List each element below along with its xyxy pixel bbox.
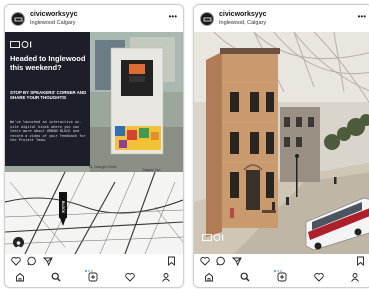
civicworks-logo: [202, 234, 224, 241]
post-location[interactable]: Inglewood, Calgary: [219, 20, 266, 26]
search-icon[interactable]: [51, 272, 61, 282]
post-card-kiosk: civicworksyyc Inglewood Calgary ••• Head…: [4, 4, 184, 288]
post-header: civicworksyyc Inglewood, Calgary •••: [194, 5, 369, 32]
activity-icon[interactable]: [125, 272, 135, 282]
bookmark-icon[interactable]: [356, 256, 365, 266]
post-image: [194, 32, 369, 254]
post-card-model: civicworksyyc Inglewood, Calgary •••: [193, 4, 369, 288]
civicworks-logo: [10, 41, 32, 48]
post-location[interactable]: Inglewood Calgary: [30, 20, 76, 26]
post-action-row: [194, 254, 369, 272]
map-label-street: St. George's Drive: [89, 165, 117, 169]
comment-icon[interactable]: [27, 256, 37, 266]
comment-icon[interactable]: [216, 256, 226, 266]
share-icon[interactable]: [232, 256, 242, 266]
architecture-model-photo: [194, 32, 369, 254]
username[interactable]: civicworksyyc: [219, 11, 266, 18]
username[interactable]: civicworksyyc: [30, 11, 77, 18]
promo-body: We've launched an interactive on-site di…: [10, 120, 86, 143]
more-options-icon[interactable]: •••: [358, 12, 366, 21]
new-post-icon[interactable]: [88, 272, 98, 282]
bottom-tab-bar: [194, 271, 369, 285]
home-icon[interactable]: [204, 272, 214, 282]
activity-icon[interactable]: [314, 272, 324, 282]
more-options-icon[interactable]: •••: [169, 12, 177, 21]
bottom-tab-bar: [5, 271, 183, 285]
map-label-zoo: Calgary Zoo: [142, 168, 161, 172]
search-icon[interactable]: [240, 272, 250, 282]
profile-avatar[interactable]: [11, 12, 25, 26]
post-action-row: [5, 254, 183, 272]
post-header: civicworksyyc Inglewood Calgary •••: [5, 5, 183, 32]
post-image: Headed to Inglewood this weekend? STOP B…: [5, 32, 183, 254]
heart-icon[interactable]: [200, 256, 210, 266]
map-pin-label: BLOCK: [61, 200, 65, 214]
profile-avatar[interactable]: [200, 12, 214, 26]
new-post-icon[interactable]: [277, 272, 287, 282]
profile-icon[interactable]: [161, 272, 171, 282]
home-icon[interactable]: [15, 272, 25, 282]
user-tag-icon[interactable]: [13, 237, 24, 248]
promo-title: Headed to Inglewood this weekend?: [10, 54, 86, 72]
promo-panel: Headed to Inglewood this weekend? STOP B…: [5, 32, 90, 166]
profile-icon[interactable]: [350, 272, 360, 282]
promo-subtitle: STOP BY SPEAKERS' CORNER AND SHARE YOUR …: [10, 90, 87, 101]
bookmark-icon[interactable]: [167, 256, 176, 266]
share-icon[interactable]: [43, 256, 53, 266]
heart-icon[interactable]: [11, 256, 21, 266]
